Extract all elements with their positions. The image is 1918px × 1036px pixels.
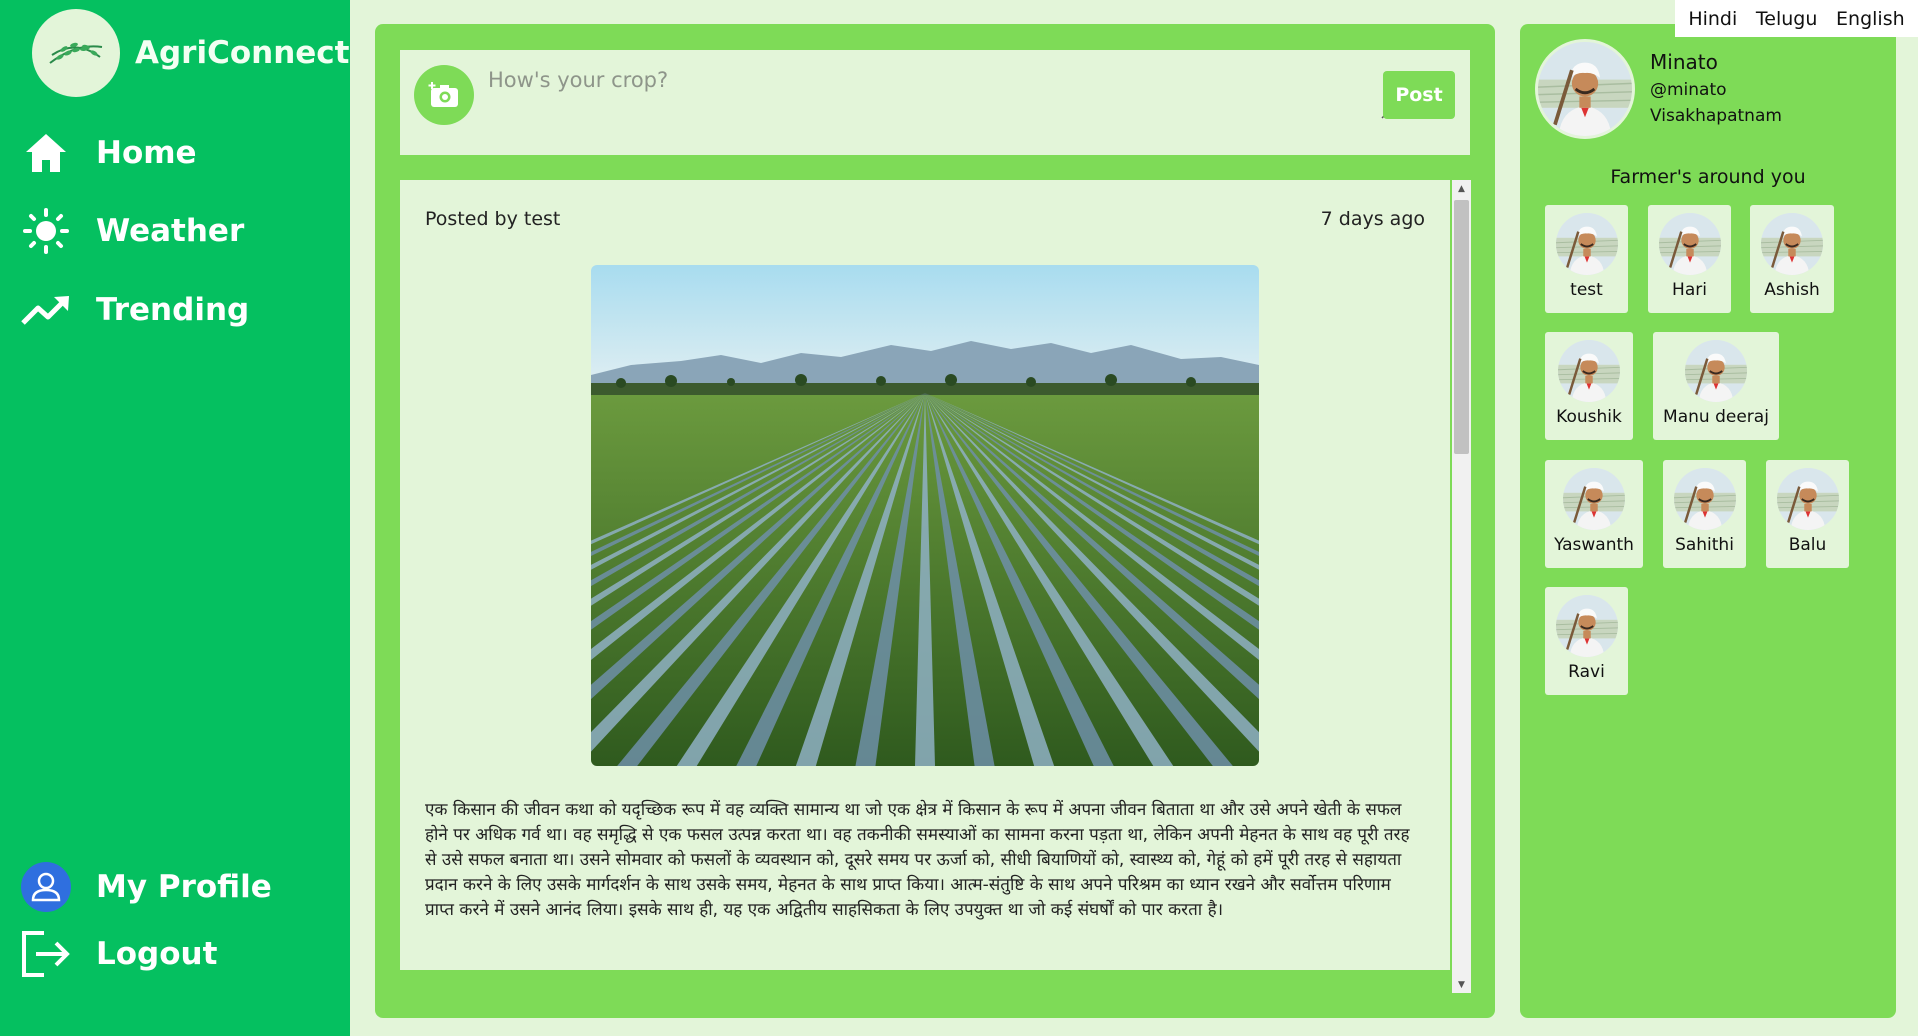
farmer-card[interactable]: Ashish	[1750, 205, 1834, 313]
scrollbar-thumb[interactable]	[1454, 200, 1469, 454]
post-card: Posted by test 7 days ago एक किसान की जी	[400, 180, 1450, 970]
farmer-card[interactable]: Koushik	[1545, 332, 1633, 440]
nav-my-profile[interactable]: My Profile	[20, 861, 272, 913]
post-text-input[interactable]	[488, 68, 1368, 124]
farmer-name: Sahithi	[1675, 535, 1734, 555]
lang-hindi[interactable]: Hindi	[1688, 8, 1737, 30]
language-switcher: Hindi Telugu English	[1675, 0, 1918, 37]
home-icon	[20, 127, 72, 179]
camera-icon	[428, 82, 458, 107]
nav-trending-label: Trending	[96, 292, 250, 328]
post-body-text: एक किसान की जीवन कथा को यदृच्छिक रूप में…	[425, 800, 1410, 920]
farmer-avatar	[1658, 213, 1721, 275]
farmer-avatar	[1563, 468, 1625, 530]
nav-logout-label: Logout	[96, 936, 218, 972]
farmer-card[interactable]: Ravi	[1545, 587, 1628, 695]
lang-telugu[interactable]: Telugu	[1756, 8, 1818, 30]
farmer-avatar	[1685, 340, 1747, 402]
nav-home[interactable]: Home	[20, 127, 197, 179]
sidebar: AgriConnect Home Weather Trending My Pro…	[0, 0, 350, 1036]
farmer-avatar	[1555, 595, 1618, 657]
profile-handle: @minato	[1650, 80, 1727, 100]
brand[interactable]: AgriConnect	[32, 9, 350, 97]
scroll-down-arrow-icon[interactable]: ▼	[1452, 976, 1471, 993]
nav-trending[interactable]: Trending	[20, 284, 249, 336]
farmer-name: Manu deeraj	[1663, 407, 1769, 427]
lang-english[interactable]: English	[1836, 8, 1905, 30]
post-timestamp: 7 days ago	[1320, 208, 1425, 230]
post-button[interactable]: Post	[1383, 71, 1455, 119]
brand-name: AgriConnect	[135, 35, 350, 71]
farmer-avatar	[1558, 340, 1620, 402]
sun-icon	[20, 205, 72, 257]
farmers-around-title: Farmer's around you	[1610, 166, 1806, 188]
farmer-card[interactable]: Sahithi	[1663, 460, 1746, 568]
farmer-card[interactable]: Hari	[1648, 205, 1731, 313]
profile-location: Visakhapatnam	[1650, 106, 1782, 126]
farmer-card[interactable]: Balu	[1766, 460, 1849, 568]
nav-weather[interactable]: Weather	[20, 205, 244, 257]
farmer-name: Ashish	[1764, 280, 1820, 300]
farmer-avatar	[1761, 213, 1823, 275]
farmer-name: Yaswanth	[1554, 535, 1634, 555]
nav-logout[interactable]: Logout	[20, 928, 217, 980]
add-photo-button[interactable]	[414, 65, 474, 125]
farmer-name: Balu	[1788, 535, 1827, 555]
farmer-avatar	[1673, 468, 1736, 530]
trending-up-icon	[20, 284, 72, 336]
user-avatar-icon	[20, 861, 72, 913]
nav-home-label: Home	[96, 135, 197, 171]
farmer-name: Koushik	[1556, 407, 1622, 427]
farmer-name: Ravi	[1568, 662, 1605, 682]
feed-panel: Post Posted by test 7 days ago	[375, 24, 1495, 1018]
farmer-avatar	[1555, 213, 1618, 275]
post-author: Posted by test	[425, 208, 561, 230]
nav-my-profile-label: My Profile	[96, 869, 272, 905]
post-image-crop-field[interactable]	[591, 265, 1259, 766]
farmer-card[interactable]: Yaswanth	[1545, 460, 1643, 568]
nav-weather-label: Weather	[96, 213, 245, 249]
farmer-card[interactable]: test	[1545, 205, 1628, 313]
post-composer: Post	[400, 50, 1470, 155]
right-panel: Minato @minato Visakhapatnam Farmer's ar…	[1520, 24, 1896, 1018]
profile-name: Minato	[1650, 50, 1718, 74]
farmer-name: Hari	[1672, 280, 1707, 300]
logout-icon	[20, 928, 72, 980]
feed-scrollbar[interactable]: ▲ ▼	[1452, 180, 1471, 993]
farmer-card[interactable]: Manu deeraj	[1653, 332, 1779, 440]
profile-avatar[interactable]	[1535, 39, 1635, 139]
farmer-name: test	[1570, 280, 1603, 300]
post-feed[interactable]: Posted by test 7 days ago एक किसान की जी	[400, 180, 1490, 993]
scroll-up-arrow-icon[interactable]: ▲	[1452, 180, 1471, 197]
farmer-avatar	[1776, 468, 1839, 530]
wheat-logo-icon	[32, 9, 120, 97]
